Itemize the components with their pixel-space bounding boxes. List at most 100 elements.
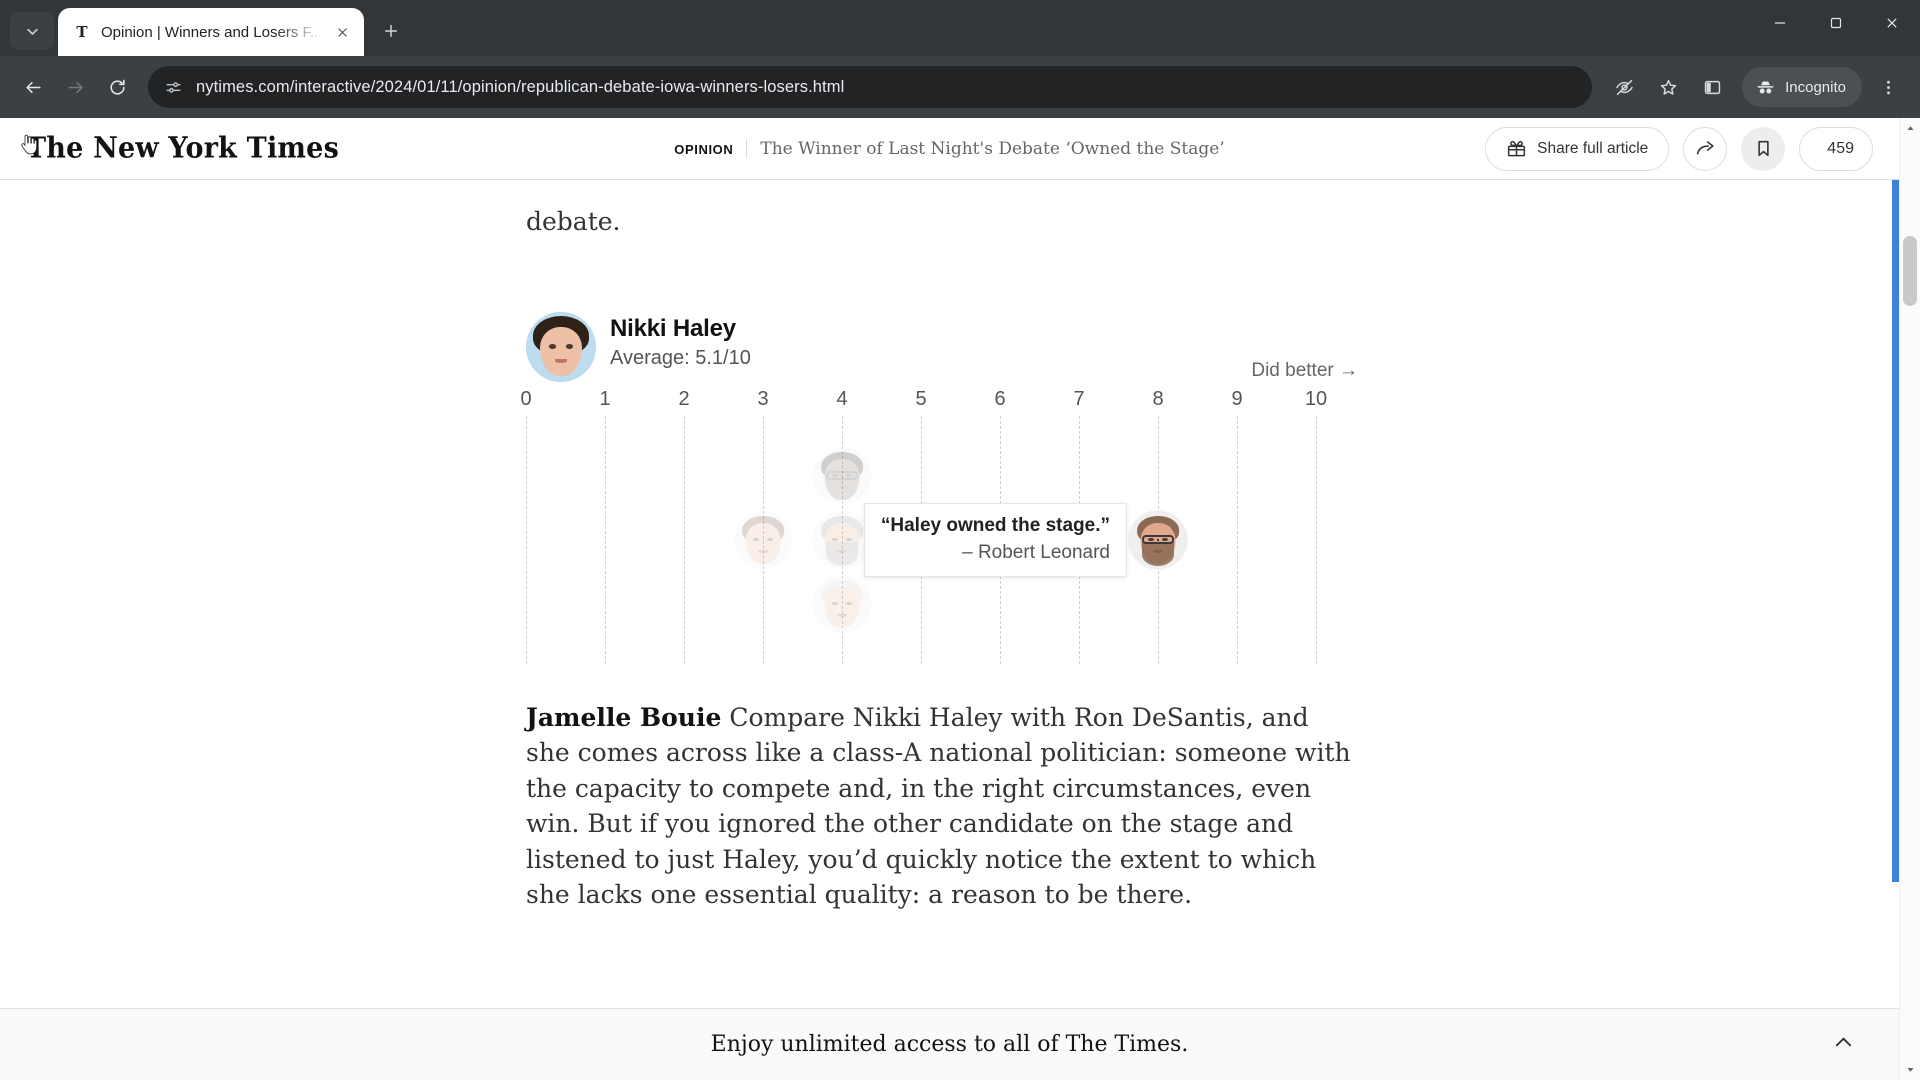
reload-button[interactable]	[98, 68, 136, 106]
tab-search-button[interactable]	[10, 12, 54, 50]
comments-button[interactable]: 459	[1799, 126, 1873, 171]
scroll-down-button[interactable]	[1900, 1059, 1920, 1080]
caret-up-icon	[1907, 126, 1913, 130]
x-tick-label: 0	[520, 387, 532, 410]
share-arrow-icon	[1696, 141, 1714, 155]
x-tick-label: 2	[678, 387, 690, 410]
star-icon	[1660, 79, 1676, 95]
share-button[interactable]	[1683, 126, 1728, 171]
x-tick-label: 10	[1304, 387, 1328, 410]
article-column-main: Jamelle Bouie Compare Nikki Haley with R…	[526, 700, 1356, 913]
tab-strip: T Opinion | Winners and Losers F...	[0, 0, 1920, 56]
eye-off-icon	[1615, 79, 1633, 95]
gridline	[526, 415, 527, 664]
x-tick-label: 9	[1231, 387, 1243, 410]
candidate-rating-chart: Nikki Haley Average: 5.1/10 Did better →…	[520, 311, 1406, 664]
bookmark-star-button[interactable]	[1648, 67, 1688, 107]
address-bar-url: nytimes.com/interactive/2024/01/11/opini…	[196, 77, 845, 96]
reload-icon	[109, 79, 125, 95]
tooltip-quote: “Haley owned the stage.”	[880, 514, 1110, 536]
article-body: debate. Nikki Haley Average: 5.1/10 Did …	[0, 204, 1899, 913]
x-tick-label: 4	[836, 387, 848, 410]
browser-window: T Opinion | Winners and Losers F... nyti…	[0, 0, 1920, 1080]
rater-face-illustration	[1129, 510, 1187, 569]
gridline	[1316, 415, 1317, 664]
new-tab-button[interactable]	[374, 14, 408, 48]
back-button[interactable]	[14, 68, 52, 106]
site-settings-icon[interactable]	[162, 76, 184, 98]
chart-point-active[interactable]	[1129, 510, 1187, 569]
gift-icon	[1508, 140, 1526, 157]
article-column: debate.	[526, 204, 1356, 240]
paragraph-lead-in: Jamelle Bouie	[526, 702, 722, 732]
candidate-name: Nikki Haley	[610, 314, 736, 342]
chart-point[interactable]	[813, 574, 871, 633]
share-full-article-label: Share full article	[1537, 139, 1649, 157]
tune-icon	[165, 81, 181, 93]
tooltip-author: – Robert Leonard	[962, 541, 1110, 563]
nyt-page: The New York Times OPINION The Winner of…	[0, 118, 1899, 1080]
tracking-protection-button[interactable]	[1604, 67, 1644, 107]
save-article-button[interactable]	[21, 126, 1786, 171]
address-bar[interactable]: nytimes.com/interactive/2024/01/11/opini…	[148, 66, 1593, 108]
x-tick-label: 1	[599, 387, 611, 410]
page-scrollbar[interactable]	[1899, 118, 1920, 1080]
chart-point[interactable]	[813, 510, 871, 569]
maximize-icon	[1830, 17, 1842, 29]
rater-face-illustration	[813, 446, 871, 505]
rater-face-illustration	[813, 574, 871, 633]
tab-favicon: T	[76, 23, 88, 41]
did-better-label: Did better →	[1251, 359, 1358, 381]
share-full-article-button[interactable]: Share full article	[1485, 126, 1670, 171]
window-maximize-button[interactable]	[1808, 0, 1864, 46]
incognito-label: Incognito	[1785, 78, 1846, 96]
incognito-indicator[interactable]: Incognito	[1742, 67, 1862, 107]
chevron-up-icon	[1835, 1037, 1852, 1046]
x-tick-label: 8	[1152, 387, 1164, 410]
forward-button[interactable]	[56, 68, 94, 106]
tab-close-button[interactable]	[332, 21, 354, 43]
window-minimize-button[interactable]	[1752, 0, 1808, 46]
article-actions: Share full article 459	[21, 126, 1873, 171]
paragraph-jamelle-bouie: Jamelle Bouie Compare Nikki Haley with R…	[526, 700, 1356, 913]
gridline	[684, 415, 685, 664]
header-divider	[746, 139, 748, 158]
chart-point[interactable]	[734, 510, 792, 569]
scrollbar-thumb[interactable]	[1903, 236, 1917, 306]
x-tick-label: 6	[994, 387, 1006, 410]
section-kicker: OPINION	[674, 141, 734, 157]
browser-tab[interactable]: T Opinion | Winners and Losers F...	[58, 8, 364, 56]
x-tick-label: 3	[757, 387, 769, 410]
page-focus-highlight	[1892, 174, 1899, 882]
subscribe-banner[interactable]: Enjoy unlimited access to all of The Tim…	[0, 1008, 1899, 1080]
chart-tooltip: “Haley owned the stage.” – Robert Leonard	[863, 502, 1127, 577]
caret-down-icon	[1907, 1068, 1913, 1072]
scroll-up-button[interactable]	[1900, 118, 1920, 139]
window-controls	[1752, 0, 1920, 46]
candidate-face-illustration	[526, 311, 596, 382]
chevron-down-icon	[26, 28, 38, 35]
side-panel-button[interactable]	[1692, 67, 1732, 107]
chart-x-axis: 0 1 2 3 4 5 6 7 8 9 10	[520, 387, 1406, 416]
incognito-icon	[1757, 81, 1774, 93]
page-viewport: The New York Times OPINION The Winner of…	[0, 118, 1920, 1080]
gridline	[1237, 415, 1238, 664]
subscribe-collapse-button[interactable]	[1832, 1031, 1855, 1059]
nyt-site-header: The New York Times OPINION The Winner of…	[0, 118, 1899, 180]
gridline	[605, 415, 606, 664]
more-vertical-icon	[1886, 80, 1890, 94]
chart-plot-area: “Haley owned the stage.” – Robert Leonard	[526, 415, 1406, 664]
paragraph-text: Compare Nikki Haley with Ron DeSantis, a…	[526, 702, 1351, 910]
chart-point[interactable]	[813, 446, 871, 505]
paragraph-fragment: debate.	[526, 207, 621, 236]
tab-title: Opinion | Winners and Losers F...	[101, 23, 323, 41]
chrome-menu-button[interactable]	[1870, 67, 1906, 107]
arrow-right-icon	[67, 81, 83, 93]
x-tick-label: 7	[1073, 387, 1085, 410]
rater-face-illustration	[734, 510, 792, 569]
window-close-button[interactable]	[1864, 0, 1920, 46]
subscribe-banner-text: Enjoy unlimited access to all of The Tim…	[710, 1032, 1189, 1057]
nyt-masthead-logo[interactable]: The New York Times	[26, 132, 339, 165]
minimize-icon	[1775, 22, 1785, 24]
rater-face-illustration	[813, 510, 871, 569]
